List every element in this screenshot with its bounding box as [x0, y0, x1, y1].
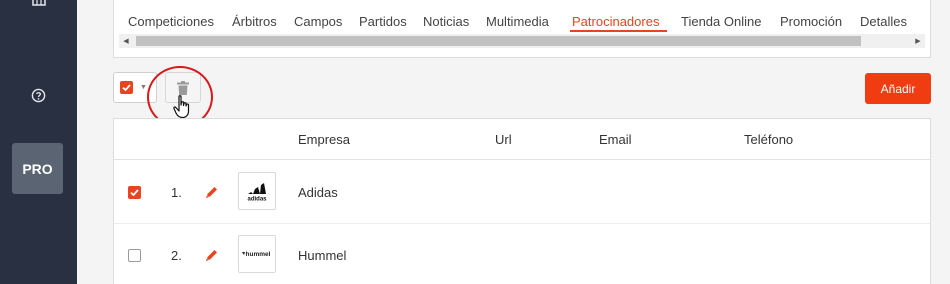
scroll-left-arrow-icon[interactable]: ◀ [119, 34, 133, 48]
table-row[interactable]: 2. hummel Hummel [114, 224, 930, 284]
tabs-scrollbar[interactable]: ◀ ▶ [119, 34, 925, 48]
tab-noticias[interactable]: Noticias [423, 14, 469, 29]
chevron-down-icon: ▼ [140, 84, 147, 91]
row-number: 1. [171, 185, 182, 200]
tab-tienda-online[interactable]: Tienda Online [681, 14, 761, 29]
add-button[interactable]: Añadir [865, 73, 931, 104]
hummel-logo: hummel [242, 251, 271, 258]
column-email[interactable]: Email [599, 132, 632, 147]
adidas-logo: adidas [247, 183, 267, 203]
pro-label: PRO [22, 160, 53, 177]
edit-pencil-icon[interactable] [205, 248, 219, 262]
checkmark-icon [130, 189, 139, 197]
building-icon[interactable] [31, 0, 47, 6]
row-checkbox[interactable] [128, 249, 141, 262]
edit-pencil-icon[interactable] [205, 185, 219, 199]
row-company: Hummel [298, 248, 347, 263]
column-empresa[interactable]: Empresa [298, 132, 350, 147]
add-button-label: Añadir [880, 81, 916, 96]
tab-promocion[interactable]: Promoción [780, 14, 842, 29]
tab-campos[interactable]: Campos [294, 14, 342, 29]
svg-text:adidas: adidas [247, 197, 267, 203]
tabs-panel: Competiciones Árbitros Campos Partidos N… [113, 0, 931, 58]
sponsors-table: Empresa Url Email Teléfono 1. adidas Adi… [113, 118, 931, 284]
tab-partidos[interactable]: Partidos [359, 14, 407, 29]
table-header: Empresa Url Email Teléfono [114, 119, 930, 160]
pointer-hand-icon [173, 95, 190, 119]
row-number: 2. [171, 248, 182, 263]
table-row[interactable]: 1. adidas Adidas [114, 160, 930, 224]
checkmark-icon [122, 84, 131, 92]
sponsor-logo: hummel [238, 235, 276, 273]
scrollbar-thumb[interactable] [136, 36, 861, 46]
pro-button[interactable]: PRO [12, 143, 63, 194]
column-url[interactable]: Url [495, 132, 512, 147]
row-company: Adidas [298, 185, 338, 200]
tab-detalles[interactable]: Detalles [860, 14, 907, 29]
column-telefono[interactable]: Teléfono [744, 132, 793, 147]
active-tab-indicator [570, 30, 667, 32]
row-checkbox[interactable] [128, 186, 141, 199]
scroll-right-arrow-icon[interactable]: ▶ [911, 34, 925, 48]
tab-arbitros[interactable]: Árbitros [232, 14, 277, 29]
tab-patrocinadores[interactable]: Patrocinadores [572, 14, 659, 29]
tab-competiciones[interactable]: Competiciones [128, 14, 214, 29]
help-icon[interactable] [31, 88, 46, 103]
svg-text:hummel: hummel [246, 251, 271, 258]
sponsor-logo: adidas [238, 172, 276, 210]
select-all-checkbox[interactable] [120, 81, 133, 94]
tab-multimedia[interactable]: Multimedia [486, 14, 549, 29]
sidebar: PRO [0, 0, 77, 284]
